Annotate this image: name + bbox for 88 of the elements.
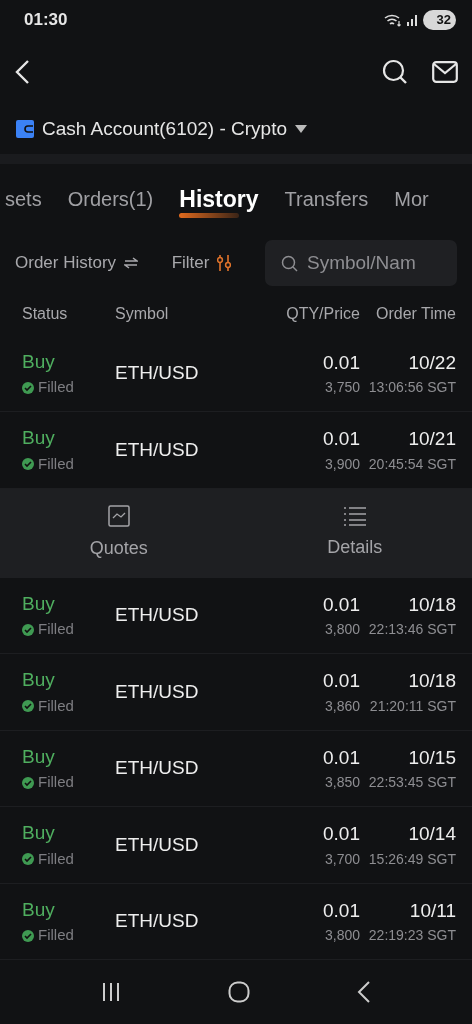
order-side: Buy bbox=[22, 349, 56, 374]
column-header: QTY/Price bbox=[286, 304, 360, 322]
price: 3,700 bbox=[324, 849, 360, 869]
order-side: Buy bbox=[22, 426, 56, 451]
order-status: Filled bbox=[38, 695, 74, 716]
price: 3,750 bbox=[324, 378, 360, 398]
quotes-button[interactable]: Quotes bbox=[0, 488, 238, 578]
order-status: Filled bbox=[38, 925, 74, 946]
check-icon bbox=[22, 853, 34, 866]
order-date: 10/11 bbox=[409, 898, 456, 923]
clock: 01:30 bbox=[24, 9, 68, 32]
quantity: 0.01 bbox=[323, 350, 360, 375]
quantity: 0.01 bbox=[323, 898, 360, 923]
details-button[interactable]: Details bbox=[237, 488, 472, 578]
swap-icon bbox=[124, 256, 139, 269]
filter-button[interactable]: Filter bbox=[171, 249, 232, 276]
check-icon bbox=[22, 776, 34, 789]
wifi-icon bbox=[383, 12, 402, 27]
price: 3,800 bbox=[324, 620, 360, 640]
column-header: Status bbox=[22, 304, 68, 322]
order-time: 22:19:23 SGT bbox=[368, 926, 456, 946]
price: 3,860 bbox=[324, 696, 360, 716]
search-icon bbox=[281, 254, 298, 272]
column-header: Order Time bbox=[376, 304, 456, 322]
price: 3,850 bbox=[324, 773, 360, 793]
order-time: 22:53:45 SGT bbox=[368, 773, 456, 793]
mail-icon[interactable] bbox=[432, 60, 458, 83]
quantity: 0.01 bbox=[323, 669, 360, 694]
order-side: Buy bbox=[22, 668, 56, 693]
price: 3,900 bbox=[324, 454, 360, 474]
recent-apps-icon[interactable] bbox=[101, 983, 122, 1002]
symbol-text: ETH/USD bbox=[115, 438, 199, 460]
tab[interactable]: sets bbox=[5, 183, 42, 214]
signal-icon bbox=[405, 13, 419, 27]
order-status: Filled bbox=[38, 619, 74, 640]
check-icon bbox=[22, 700, 34, 713]
list-icon bbox=[343, 505, 366, 526]
order-status: Filled bbox=[38, 453, 74, 474]
order-side: Buy bbox=[22, 744, 56, 769]
back-icon[interactable] bbox=[356, 981, 371, 1004]
order-date: 10/14 bbox=[408, 822, 456, 847]
order-date: 10/18 bbox=[408, 669, 456, 694]
quantity: 0.01 bbox=[323, 822, 360, 847]
order-time: 15:26:49 SGT bbox=[368, 849, 456, 869]
tab[interactable]: Orders(1) bbox=[67, 183, 154, 214]
chart-icon bbox=[107, 504, 130, 527]
order-type-selector[interactable]: Order History bbox=[15, 249, 139, 276]
check-icon bbox=[22, 929, 34, 942]
symbol-text: ETH/USD bbox=[115, 833, 199, 855]
column-header: Symbol bbox=[115, 304, 169, 322]
tab[interactable]: History bbox=[179, 181, 259, 216]
order-time: 13:06:56 SGT bbox=[368, 378, 456, 398]
search-icon[interactable] bbox=[382, 58, 408, 85]
symbol-text: ETH/USD bbox=[115, 362, 199, 384]
check-icon bbox=[22, 458, 34, 471]
order-status: Filled bbox=[38, 377, 74, 398]
order-date: 10/18 bbox=[408, 592, 456, 617]
battery-indicator: 32 bbox=[422, 10, 456, 30]
symbol-text: ETH/USD bbox=[115, 910, 199, 932]
tab[interactable]: Mor bbox=[394, 183, 429, 214]
check-icon bbox=[22, 381, 34, 394]
symbol-text: ETH/USD bbox=[115, 757, 199, 779]
order-date: 10/22 bbox=[408, 350, 456, 375]
order-side: Buy bbox=[22, 591, 56, 616]
order-time: 20:45:54 SGT bbox=[368, 454, 456, 474]
symbol-text: ETH/USD bbox=[115, 680, 199, 702]
search-field[interactable]: Symbol/Nam bbox=[265, 239, 457, 286]
order-date: 10/21 bbox=[408, 427, 456, 452]
order-status: Filled bbox=[38, 772, 74, 793]
order-status: Filled bbox=[38, 848, 74, 869]
back-icon[interactable] bbox=[14, 58, 30, 85]
order-side: Buy bbox=[22, 821, 56, 846]
symbol-text: ETH/USD bbox=[115, 604, 199, 626]
order-date: 10/15 bbox=[408, 745, 456, 770]
quantity: 0.01 bbox=[323, 745, 360, 770]
tab[interactable]: Transfers bbox=[284, 183, 369, 214]
order-time: 21:20:11 SGT bbox=[369, 696, 456, 716]
filter-icon bbox=[217, 254, 232, 271]
home-icon[interactable] bbox=[228, 981, 250, 1004]
quantity: 0.01 bbox=[323, 427, 360, 452]
quantity: 0.01 bbox=[323, 592, 360, 617]
caret-icon[interactable] bbox=[295, 124, 307, 133]
order-side: Buy bbox=[22, 897, 56, 922]
order-time: 22:13:46 SGT bbox=[368, 620, 456, 640]
check-icon bbox=[22, 623, 34, 636]
account-selector[interactable]: Cash Account(6102) - Crypto bbox=[42, 114, 287, 144]
wallet-icon bbox=[16, 119, 34, 138]
price: 3,800 bbox=[324, 926, 360, 946]
